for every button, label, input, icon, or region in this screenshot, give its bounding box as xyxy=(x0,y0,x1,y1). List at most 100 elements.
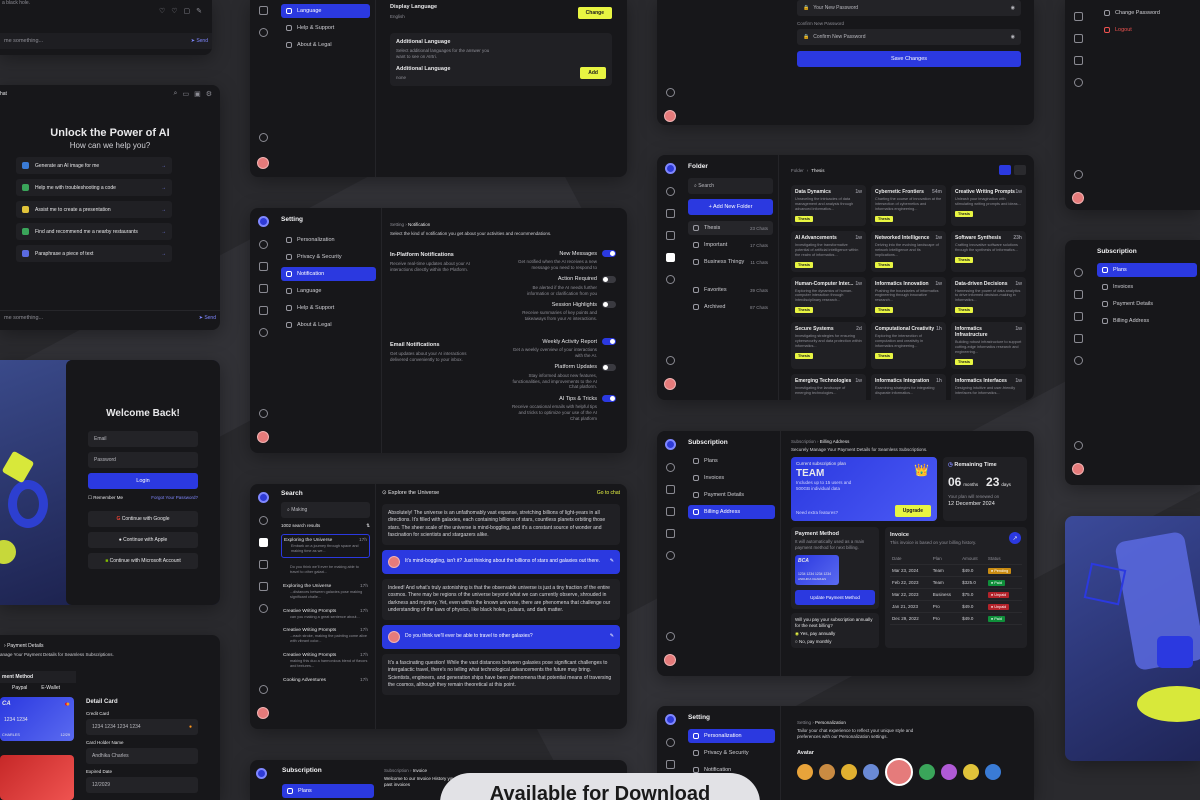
chat-card[interactable]: Secure Systems 2d Investigating strategies… xyxy=(791,322,866,370)
avatar-option[interactable] xyxy=(797,763,813,780)
theme-toggle-icon[interactable] xyxy=(665,356,675,365)
search-result-item[interactable]: Creative Writing Prompts 17h ...each strok… xyxy=(281,625,370,647)
theme-toggle-icon[interactable] xyxy=(258,409,268,418)
gear-icon[interactable] xyxy=(665,551,675,560)
chat-card[interactable]: Software Synthesis 23h Crafting innovative… xyxy=(951,230,1026,272)
chat-card[interactable]: AI Advancements 1w Investigating the trans… xyxy=(791,230,866,272)
avatar[interactable] xyxy=(257,157,269,169)
sidebar-item[interactable]: Notification xyxy=(281,267,376,281)
chat-icon[interactable] xyxy=(1073,268,1083,277)
theme-toggle-icon[interactable] xyxy=(665,632,675,641)
gear-icon[interactable] xyxy=(258,28,268,37)
search-icon[interactable] xyxy=(1073,290,1083,299)
suggestion-item[interactable]: Assist me to create a presentation → xyxy=(16,201,172,218)
chat-card[interactable]: Human-Computer Inter... 1w Exploring the d… xyxy=(791,276,866,318)
chat-card[interactable]: Data-driven Decisions 1w Harnessing the po… xyxy=(951,276,1026,318)
sidebar-item[interactable]: About & Legal xyxy=(281,318,376,332)
update-payment-button[interactable]: Update Payment Method xyxy=(795,589,875,605)
filter-icon[interactable]: ⇅ xyxy=(366,523,370,529)
search-icon[interactable] xyxy=(258,538,268,547)
password-field[interactable]: Password xyxy=(88,452,198,468)
sidebar-item-about[interactable]: About & Legal xyxy=(281,38,370,52)
gear-icon[interactable]: ⚙ xyxy=(206,90,212,98)
chat-input[interactable]: me something... xyxy=(4,315,43,321)
thumbs-down-icon[interactable]: ♡ xyxy=(171,7,177,15)
avatar[interactable] xyxy=(664,110,676,122)
login-button[interactable]: Login xyxy=(88,473,198,489)
credit-card-red[interactable] xyxy=(0,755,74,800)
download-banner[interactable]: Available for Download xyxy=(440,773,760,800)
chat-card[interactable]: Data Dynamics 1w Unraveling the intricacie… xyxy=(791,185,866,226)
search-icon[interactable] xyxy=(665,760,675,769)
sidebar-item[interactable]: Billing Address xyxy=(688,505,775,519)
go-to-chat-link[interactable]: Go to chat xyxy=(597,490,620,496)
app-logo[interactable] xyxy=(257,492,269,503)
chat-card[interactable]: Informatics Infrastructure 1w Building rob… xyxy=(951,322,1026,370)
chat-input[interactable]: me something... xyxy=(4,38,43,44)
folder-icon[interactable] xyxy=(1073,56,1083,65)
search-icon[interactable] xyxy=(665,209,675,218)
folder-item[interactable]: Business Thingy 11 Chats xyxy=(688,255,773,269)
chat-card[interactable]: Cybernetic Frontiers 54m Charting the cour… xyxy=(871,185,946,226)
radio-annually[interactable]: ◉ Yes, pay annually xyxy=(795,631,875,637)
new-password-field[interactable]: 🔒 Your New Password ◉ xyxy=(797,0,1021,16)
folder-icon[interactable] xyxy=(1073,334,1083,343)
avatar-option-selected[interactable] xyxy=(885,757,913,786)
save-icon[interactable]: ▣ xyxy=(194,90,201,98)
sidebar-item[interactable]: Personalization xyxy=(688,729,775,743)
theme-toggle-icon[interactable] xyxy=(258,685,268,694)
card-number-field[interactable]: 1234 1234 1234 1234 ●● xyxy=(86,719,198,735)
edit-icon[interactable]: ✎ xyxy=(610,558,614,565)
credit-card-mini[interactable]: BCA 1234 1234 1234 1234 ANDHIKA CHARLES xyxy=(795,554,839,585)
save-changes-button[interactable]: Save Changes xyxy=(797,51,1021,67)
eye-icon[interactable]: ◉ xyxy=(1011,5,1015,11)
avatar[interactable] xyxy=(664,378,676,390)
avatar[interactable] xyxy=(1072,192,1084,204)
sidebar-item[interactable]: Privacy & Security xyxy=(281,250,376,264)
microsoft-login-button[interactable]: ■ Continue with Microsoft Account xyxy=(88,553,198,569)
theme-toggle-icon[interactable] xyxy=(665,88,675,97)
folder-item[interactable]: Favorites 39 Chats xyxy=(688,283,773,297)
folder-icon[interactable] xyxy=(258,582,268,591)
gear-icon[interactable] xyxy=(258,328,268,337)
gear-icon[interactable] xyxy=(1073,356,1083,365)
gear-icon[interactable] xyxy=(258,604,268,613)
edit-icon[interactable]: ✎ xyxy=(196,7,202,15)
card-holder-field[interactable]: Andhika Charles xyxy=(86,748,198,764)
sidebar-item-plans[interactable]: Plans xyxy=(282,784,374,798)
app-logo[interactable] xyxy=(257,216,269,227)
avatar-option[interactable] xyxy=(841,763,857,780)
send-button[interactable]: ➤ Send xyxy=(199,315,216,321)
chat-icon[interactable] xyxy=(258,240,268,249)
folder-icon[interactable] xyxy=(258,306,268,315)
explore-icon[interactable] xyxy=(258,284,268,293)
radio-monthly[interactable]: ○ No, pay monthly xyxy=(795,639,875,644)
chat-card[interactable]: Networked Intelligence 1w Delving into the… xyxy=(871,230,946,272)
expired-date-field[interactable]: 12/2029 xyxy=(86,777,198,793)
eye-icon[interactable]: ◉ xyxy=(1011,34,1015,40)
folder-icon[interactable] xyxy=(665,253,675,262)
tab-paypal[interactable]: Paypal xyxy=(12,685,27,691)
folder-icon[interactable] xyxy=(258,6,268,15)
crown-icon[interactable] xyxy=(1073,312,1083,321)
apple-login-button[interactable]: ● Continue with Apple xyxy=(88,532,198,548)
app-logo[interactable] xyxy=(664,439,676,450)
folder-item[interactable]: Important 17 Chats xyxy=(688,238,773,252)
logout-item[interactable]: Logout xyxy=(1099,23,1165,37)
search-icon[interactable] xyxy=(1073,12,1083,21)
sidebar-item[interactable]: Personalization xyxy=(281,233,376,247)
folder-item[interactable]: Thesis 23 Chats xyxy=(688,221,773,235)
send-button[interactable]: ➤ Send xyxy=(191,38,208,44)
avatar[interactable] xyxy=(257,707,269,719)
gear-icon[interactable] xyxy=(665,275,675,284)
notification-toggle[interactable] xyxy=(602,395,616,403)
thumbs-up-icon[interactable]: ♡ xyxy=(159,7,165,15)
sidebar-item[interactable]: Help & Support xyxy=(281,301,376,315)
forgot-password-link[interactable]: Forgot Your Password? xyxy=(151,495,198,501)
app-logo[interactable] xyxy=(664,163,676,174)
avatar-option[interactable] xyxy=(819,763,835,780)
upgrade-button[interactable]: Upgrade xyxy=(894,505,931,517)
email-field[interactable]: Email xyxy=(88,431,198,447)
theme-toggle-icon[interactable] xyxy=(1073,170,1083,179)
search-icon[interactable]: ⌕ xyxy=(174,90,178,98)
